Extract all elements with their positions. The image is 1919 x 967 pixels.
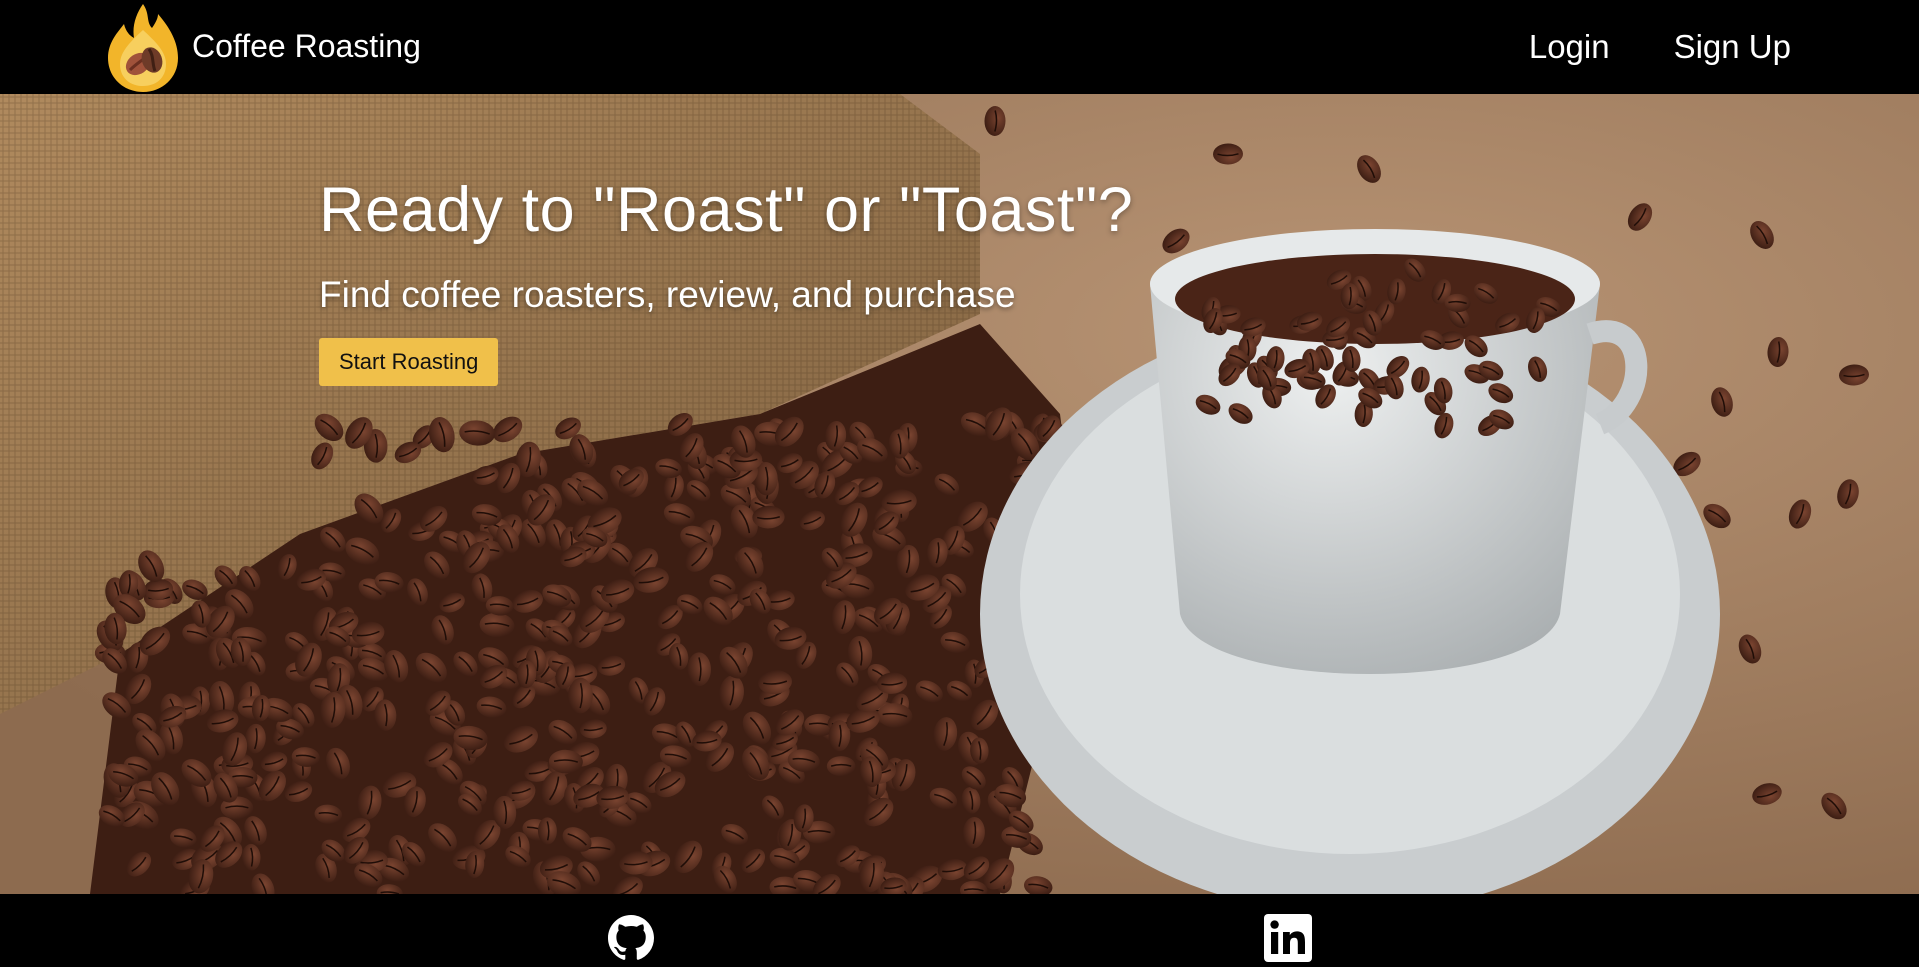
nav-links: Login Sign Up bbox=[1465, 0, 1791, 94]
start-roasting-button[interactable]: Start Roasting bbox=[319, 338, 499, 386]
hero-section: Ready to "Roast" or "Toast"? Find coffee… bbox=[0, 94, 1919, 894]
top-navbar: Coffee Roasting Login Sign Up bbox=[0, 0, 1919, 94]
hero-subtitle: Find coffee roasters, review, and purcha… bbox=[319, 274, 1016, 315]
login-link[interactable]: Login bbox=[1529, 28, 1610, 66]
hero-title: Ready to "Roast" or "Toast"? bbox=[319, 175, 1134, 245]
footer bbox=[0, 894, 1919, 967]
hero-content: Ready to "Roast" or "Toast"? Find coffee… bbox=[319, 174, 1133, 386]
github-icon[interactable] bbox=[607, 914, 655, 962]
brand-link[interactable]: Coffee Roasting bbox=[106, 0, 421, 94]
brand-name: Coffee Roasting bbox=[192, 27, 421, 64]
signup-link[interactable]: Sign Up bbox=[1674, 28, 1791, 66]
linkedin-icon[interactable] bbox=[1264, 914, 1312, 962]
flame-coffee-bean-icon bbox=[108, 4, 178, 92]
